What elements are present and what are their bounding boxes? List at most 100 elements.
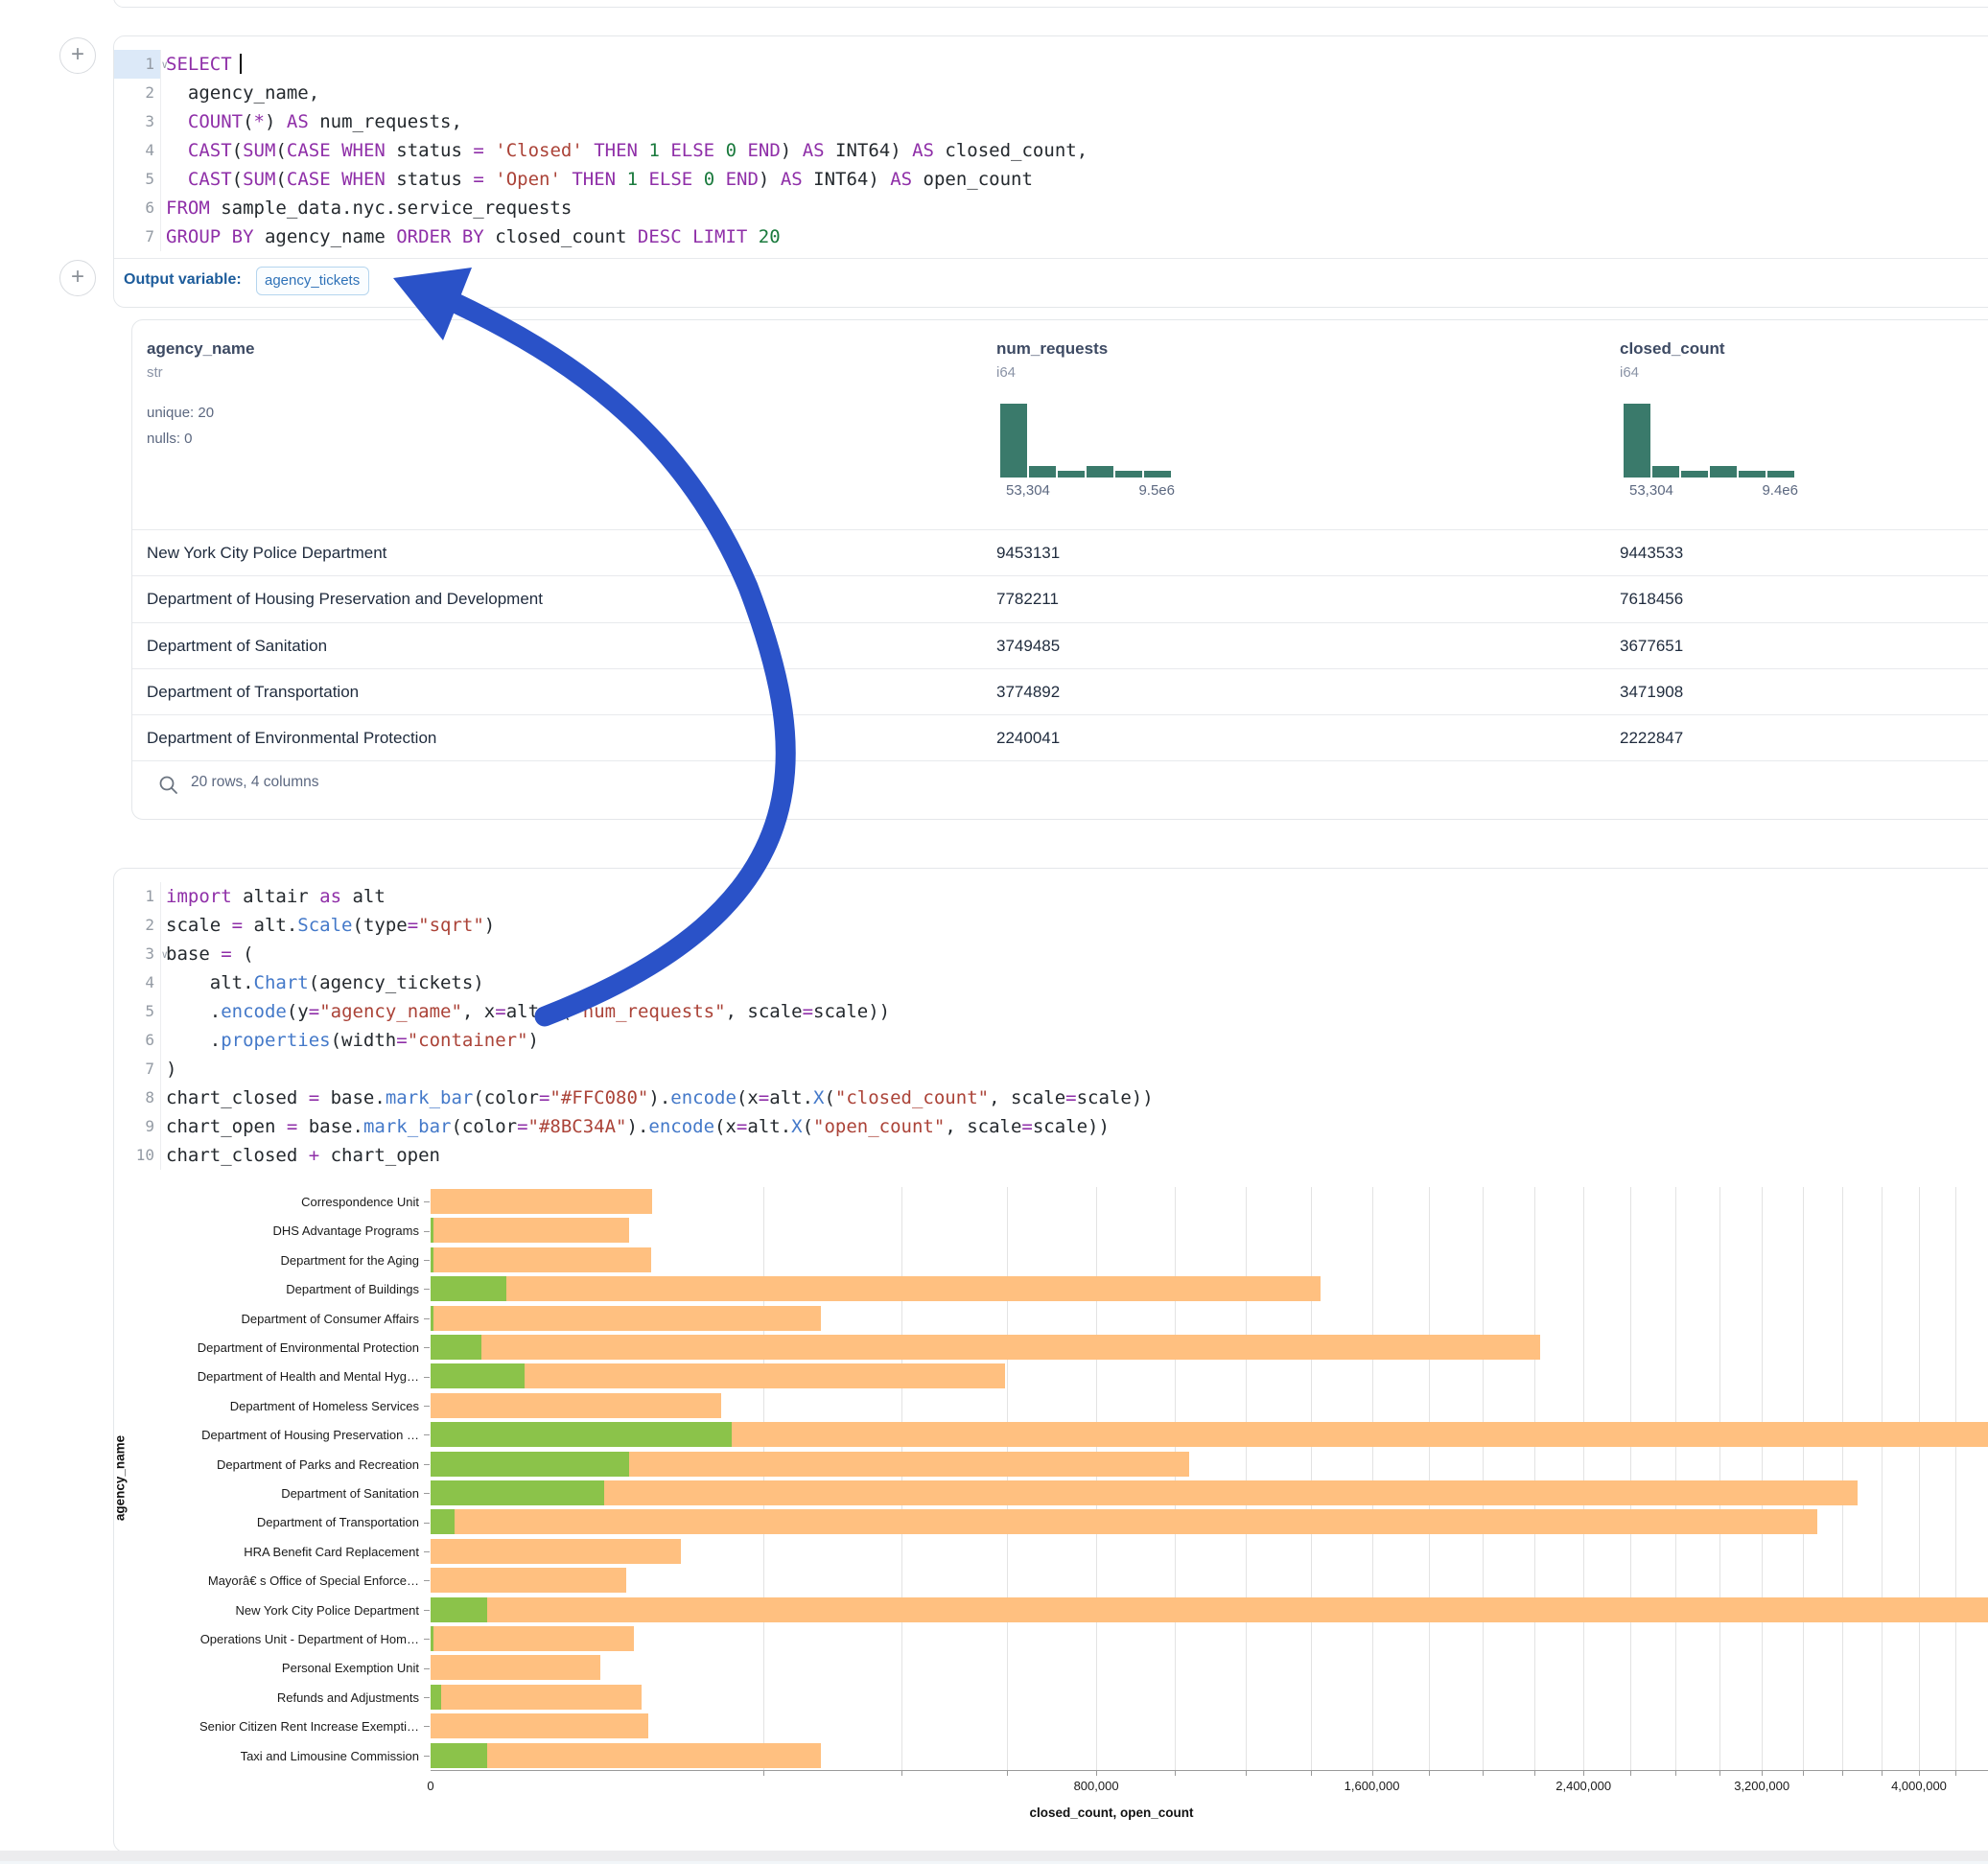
histogram-bar bbox=[1681, 471, 1708, 478]
code-line[interactable]: scale = alt.Scale(type="sqrt") bbox=[166, 911, 1988, 940]
table-row[interactable]: Department of Housing Preservation and D… bbox=[132, 575, 1988, 622]
code-line[interactable]: chart_closed = base.mark_bar(color="#FFC… bbox=[166, 1083, 1988, 1112]
table-cell: 9453131 bbox=[996, 530, 1060, 576]
table-row[interactable]: New York City Police Department945313194… bbox=[132, 529, 1988, 576]
code-line[interactable]: .properties(width="container") bbox=[166, 1026, 1988, 1055]
y-axis-label: DHS Advantage Programs bbox=[114, 1223, 419, 1238]
gridline bbox=[1583, 1187, 1584, 1770]
sql-code[interactable]: SELECT agency_name, COUNT(*) AS num_requ… bbox=[166, 50, 1988, 251]
histogram-bar bbox=[1029, 466, 1056, 478]
gridline bbox=[1096, 1187, 1097, 1770]
gutter-divider bbox=[160, 882, 161, 1170]
column-name: num_requests bbox=[996, 339, 1108, 359]
line-number: 8 bbox=[114, 1083, 160, 1112]
open-count-bar bbox=[431, 1480, 604, 1505]
x-axis-tick bbox=[901, 1770, 902, 1776]
python-line-numbers: 123∨45678910 bbox=[114, 882, 160, 1170]
y-axis-label: Department of Homeless Services bbox=[114, 1399, 419, 1413]
y-axis-tick bbox=[424, 1201, 430, 1202]
y-axis-tick bbox=[424, 1551, 430, 1552]
code-line[interactable]: FROM sample_data.nyc.service_requests bbox=[166, 194, 1988, 222]
y-axis-tick bbox=[424, 1610, 430, 1611]
y-axis-tick bbox=[424, 1756, 430, 1757]
y-axis-label: New York City Police Department bbox=[114, 1603, 419, 1618]
x-axis-tick-label: 1,600,000 bbox=[1345, 1779, 1400, 1793]
column-stat: unique: 20 bbox=[147, 405, 214, 421]
column-histogram[interactable]: 53,3049.4e6 bbox=[1624, 404, 1794, 478]
code-line[interactable]: chart_closed + chart_open bbox=[166, 1141, 1988, 1170]
table-cell: 7782211 bbox=[996, 576, 1059, 622]
chart-x-axis-title: closed_count, open_count bbox=[431, 1806, 1792, 1820]
code-line[interactable]: SELECT bbox=[166, 50, 1988, 79]
altair-bar-chart: agency_name closed_count, open_count 080… bbox=[114, 1187, 1988, 1829]
gridline bbox=[1175, 1187, 1176, 1770]
column-header[interactable]: num_requestsi64 bbox=[996, 339, 1108, 381]
y-axis-label: Department of Parks and Recreation bbox=[114, 1457, 419, 1472]
x-axis-tick bbox=[1719, 1770, 1720, 1776]
code-line[interactable]: .encode(y="agency_name", x=alt.X("num_re… bbox=[166, 997, 1988, 1026]
y-axis-label: Department of Sanitation bbox=[114, 1486, 419, 1501]
chart-y-axis-title: agency_name bbox=[113, 1187, 128, 1770]
code-line[interactable]: base = ( bbox=[166, 940, 1988, 968]
python-code-editor[interactable]: 123∨45678910 import altair as altscale =… bbox=[114, 882, 1988, 1170]
histogram-min-label: 53,304 bbox=[1629, 482, 1673, 499]
line-number: 1∨ bbox=[114, 50, 160, 79]
y-axis-tick bbox=[424, 1639, 430, 1640]
sql-cell: 1∨234567 SELECT agency_name, COUNT(*) AS… bbox=[113, 35, 1988, 308]
output-variable-pill[interactable]: agency_tickets bbox=[256, 267, 369, 295]
gridline bbox=[1534, 1187, 1535, 1770]
code-line[interactable]: GROUP BY agency_name ORDER BY closed_cou… bbox=[166, 222, 1988, 251]
open-count-bar bbox=[431, 1422, 732, 1447]
search-icon[interactable] bbox=[158, 775, 179, 801]
line-number: 3 bbox=[114, 107, 160, 136]
code-line[interactable]: COUNT(*) AS num_requests, bbox=[166, 107, 1988, 136]
y-axis-tick bbox=[424, 1377, 430, 1378]
open-count-bar bbox=[431, 1276, 506, 1301]
code-line[interactable]: alt.Chart(agency_tickets) bbox=[166, 968, 1988, 997]
code-line[interactable]: chart_open = base.mark_bar(color="#8BC34… bbox=[166, 1112, 1988, 1141]
add-cell-button-top[interactable]: + bbox=[59, 37, 96, 74]
closed-count-bar bbox=[431, 1335, 1540, 1360]
table-cell: 3774892 bbox=[996, 669, 1060, 715]
table-cell: 3749485 bbox=[996, 623, 1060, 669]
code-line[interactable]: ) bbox=[166, 1055, 1988, 1083]
divider bbox=[114, 258, 1988, 259]
histogram-min-label: 53,304 bbox=[1006, 482, 1050, 499]
closed-count-bar bbox=[431, 1685, 642, 1710]
line-number: 3∨ bbox=[114, 940, 160, 968]
code-line[interactable]: import altair as alt bbox=[166, 882, 1988, 911]
table-cell: 7618456 bbox=[1620, 576, 1683, 622]
column-header[interactable]: closed_counti64 bbox=[1620, 339, 1725, 381]
column-histogram[interactable]: 53,3049.5e6 bbox=[1000, 404, 1171, 478]
add-cell-button-output[interactable]: + bbox=[59, 260, 96, 296]
y-axis-label: Department of Consumer Affairs bbox=[114, 1312, 419, 1326]
code-line[interactable]: CAST(SUM(CASE WHEN status = 'Closed' THE… bbox=[166, 136, 1988, 165]
histogram-max-label: 9.4e6 bbox=[1762, 482, 1798, 499]
table-cell: 2222847 bbox=[1620, 715, 1683, 761]
x-axis-tick bbox=[1175, 1770, 1176, 1776]
table-cell: 2240041 bbox=[996, 715, 1060, 761]
open-count-bar bbox=[431, 1597, 487, 1622]
open-count-bar bbox=[431, 1626, 433, 1651]
table-row[interactable]: Department of Sanitation37494853677651 bbox=[132, 622, 1988, 669]
y-axis-label: Department of Environmental Protection bbox=[114, 1340, 419, 1355]
table-row[interactable]: Department of Transportation377489234719… bbox=[132, 668, 1988, 715]
gridline bbox=[1311, 1187, 1312, 1770]
text-cursor bbox=[240, 54, 242, 74]
column-header[interactable]: agency_namestr bbox=[147, 339, 254, 381]
histogram-bar bbox=[1624, 404, 1650, 478]
code-line[interactable]: agency_name, bbox=[166, 79, 1988, 107]
closed-count-bar bbox=[431, 1247, 651, 1272]
python-code[interactable]: import altair as altscale = alt.Scale(ty… bbox=[166, 882, 1988, 1170]
code-line[interactable]: CAST(SUM(CASE WHEN status = 'Open' THEN … bbox=[166, 165, 1988, 194]
table-row[interactable]: Department of Environmental Protection22… bbox=[132, 714, 1988, 761]
y-axis-label: Department of Buildings bbox=[114, 1282, 419, 1296]
sql-code-editor[interactable]: 1∨234567 SELECT agency_name, COUNT(*) AS… bbox=[114, 50, 1988, 251]
line-number: 6 bbox=[114, 194, 160, 222]
x-axis-tick bbox=[1630, 1770, 1631, 1776]
python-cell: 123∨45678910 import altair as altscale =… bbox=[113, 868, 1988, 1852]
open-count-bar bbox=[431, 1685, 441, 1710]
y-axis-tick bbox=[424, 1668, 430, 1669]
closed-count-bar bbox=[431, 1480, 1858, 1505]
histogram-bar bbox=[1710, 466, 1737, 478]
